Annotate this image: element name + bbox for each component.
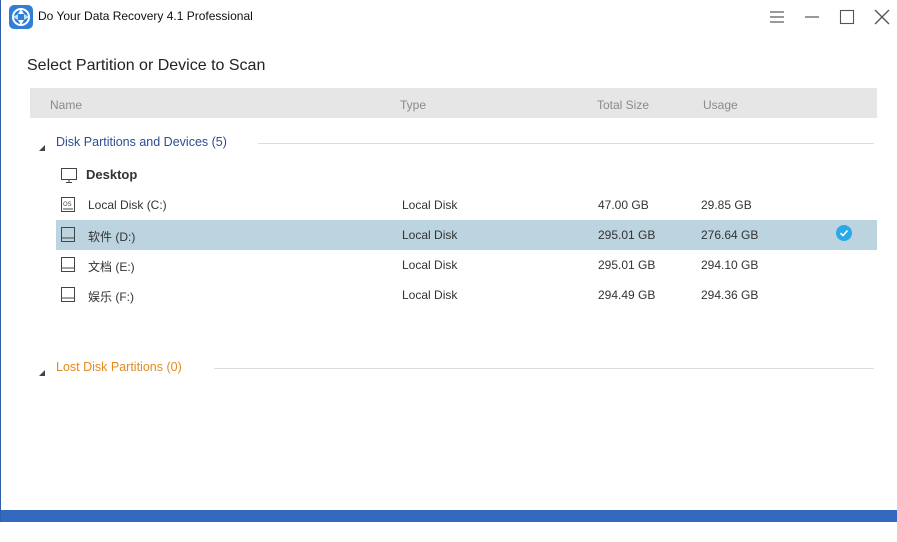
drive-icon [61,287,76,308]
column-header-name[interactable]: Name [50,98,82,112]
partition-usage: 29.85 GB [701,198,752,212]
app-window: Do Your Data Recovery 4.1 Professional S… [0,0,897,522]
partition-name: 娱乐 (F:) [88,290,134,304]
partition-total-size: 295.01 GB [598,258,656,272]
selected-check-icon [836,225,852,246]
window-title: Do Your Data Recovery 4.1 Professional [38,9,253,23]
monitor-icon [61,168,77,189]
partition-row-d[interactable]: 软件 (D:) Local Disk 295.01 GB 276.64 GB [56,220,877,250]
partition-usage: 276.64 GB [701,228,759,242]
partition-type: Local Disk [402,198,458,212]
partition-total-size: 294.49 GB [598,288,656,302]
close-icon[interactable] [871,6,893,28]
drive-icon [61,227,76,248]
app-logo-icon [9,5,33,29]
partition-type: Local Disk [402,288,458,302]
partition-row-f[interactable]: 娱乐 (F:) Local Disk 294.49 GB 294.36 GB [56,280,877,310]
section-divider [258,143,874,144]
maximize-icon[interactable] [836,6,858,28]
column-header-usage[interactable]: Usage [703,98,738,112]
column-header-total-size[interactable]: Total Size [597,98,649,112]
column-header-type[interactable]: Type [400,98,426,112]
partition-name: Local Disk (C:) [88,198,167,212]
partition-type: Local Disk [402,228,458,242]
partition-total-size: 47.00 GB [598,198,649,212]
os-drive-icon: OS [61,197,76,218]
bottom-bar [1,510,897,522]
menu-icon[interactable] [766,6,788,28]
partition-type: Local Disk [402,258,458,272]
svg-text:OS: OS [63,201,72,208]
partition-usage: 294.36 GB [701,288,759,302]
section-disk-partitions[interactable]: Disk Partitions and Devices (5) [30,133,877,153]
section-divider [214,368,874,369]
collapse-triangle-icon[interactable] [38,364,46,382]
section-lost-partitions-label: Lost Disk Partitions (0) [56,360,182,374]
partition-usage: 294.10 GB [701,258,759,272]
section-disk-partitions-label: Disk Partitions and Devices (5) [56,135,227,149]
section-lost-partitions[interactable]: Lost Disk Partitions (0) [30,358,877,378]
group-desktop-label: Desktop [86,167,138,182]
partition-name: 文档 (E:) [88,260,135,274]
partition-row-e[interactable]: 文档 (E:) Local Disk 295.01 GB 294.10 GB [56,250,877,280]
page-title: Select Partition or Device to Scan [27,57,266,74]
partition-total-size: 295.01 GB [598,228,656,242]
drive-icon [61,257,76,278]
partition-name: 软件 (D:) [88,230,136,244]
title-bar: Do Your Data Recovery 4.1 Professional [1,0,897,34]
table-header: Name Type Total Size Usage [30,88,877,118]
minimize-icon[interactable] [801,6,823,28]
partition-row-c[interactable]: OS Local Disk (C:) Local Disk 47.00 GB 2… [56,190,877,220]
collapse-triangle-icon[interactable] [38,139,46,157]
